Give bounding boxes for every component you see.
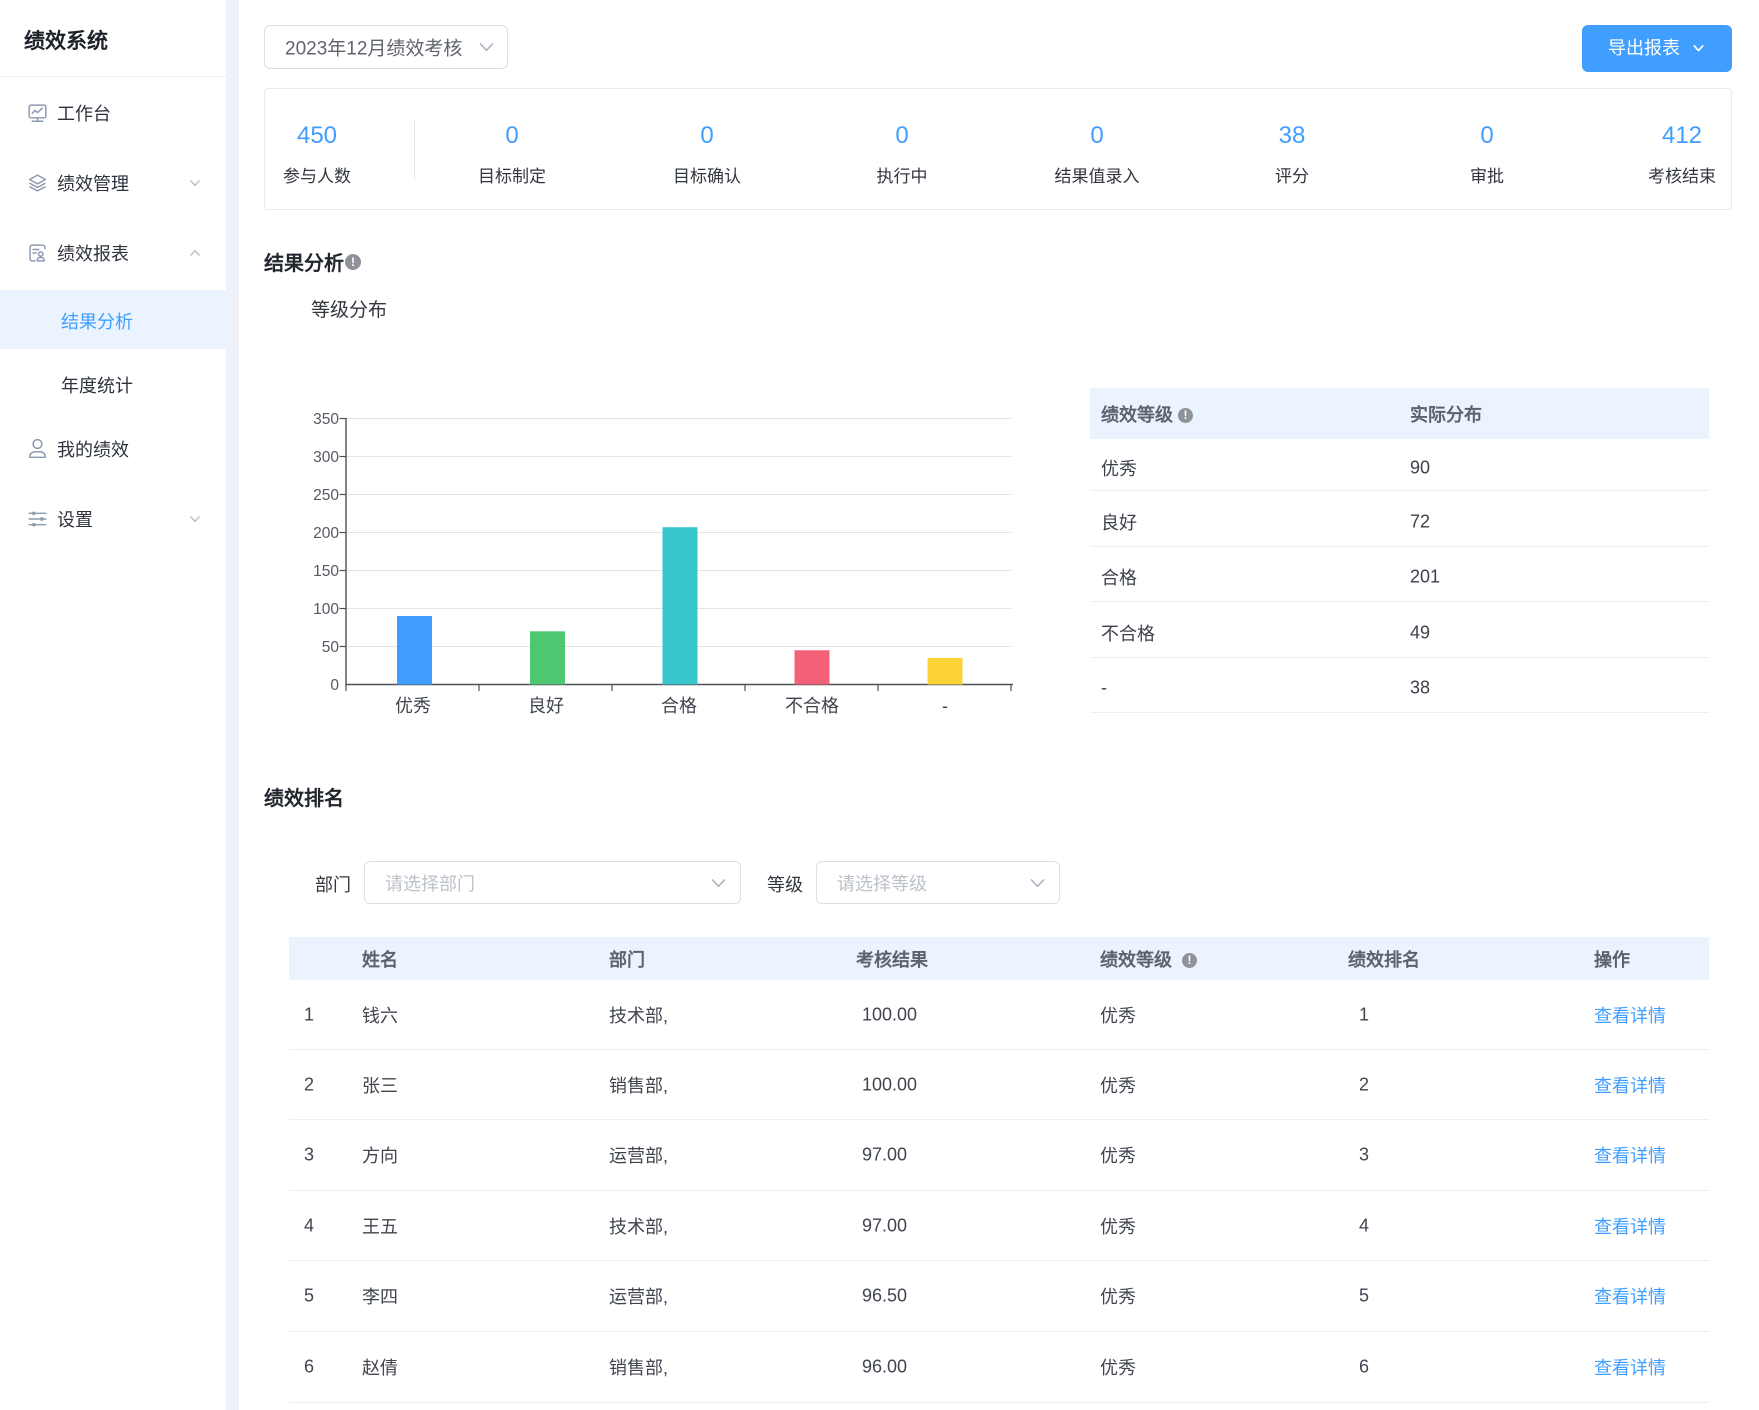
svg-text:200: 200 — [313, 525, 339, 542]
svg-text:100: 100 — [313, 601, 339, 618]
svg-text:250: 250 — [313, 487, 339, 504]
svg-text:不合格: 不合格 — [785, 696, 839, 716]
svg-text:50: 50 — [322, 639, 340, 656]
svg-text:0: 0 — [330, 677, 339, 694]
svg-text:合格: 合格 — [661, 696, 697, 716]
svg-text:优秀: 优秀 — [395, 696, 431, 716]
svg-text:良好: 良好 — [528, 696, 564, 716]
svg-text:150: 150 — [313, 563, 339, 580]
svg-text:300: 300 — [313, 449, 339, 466]
svg-text:350: 350 — [313, 411, 339, 428]
svg-text:-: - — [942, 696, 948, 716]
